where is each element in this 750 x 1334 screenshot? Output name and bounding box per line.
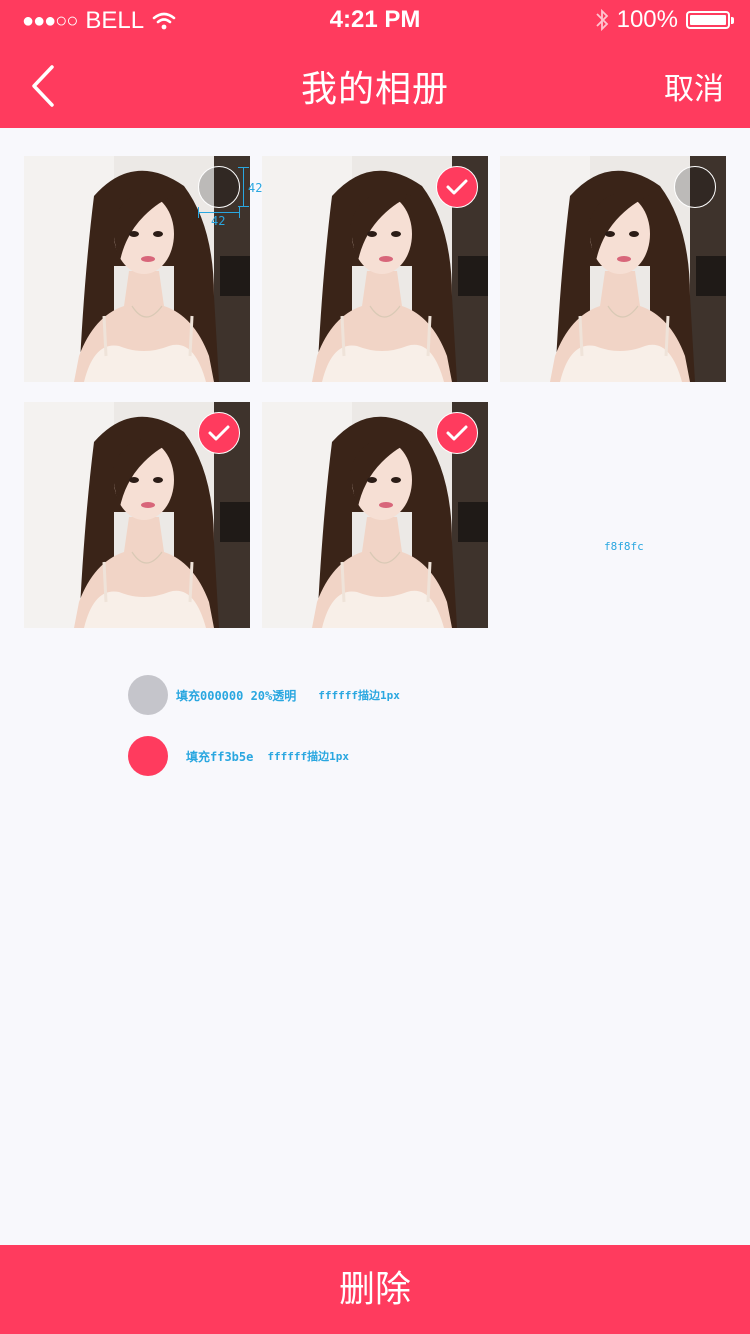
photo-item[interactable] [24,156,250,382]
dimension-label-width: 42 [211,214,226,228]
dimension-label-height: 42 [248,181,263,195]
status-bar: ●●●○○ BELL 4:21 PM 100% [0,0,750,40]
dimension-tick [238,167,249,168]
legend-unselected: 填充000000 20%透明 ffffff描边1px [128,675,400,715]
dimension-line-horizontal [198,212,240,213]
photo-item[interactable] [262,402,488,628]
unselected-sample-icon [128,675,168,715]
legend-stroke-text: ffffff描边1px [318,689,400,702]
bluetooth-icon [595,8,608,32]
dimension-tick [198,207,199,218]
selected-check-icon[interactable] [436,412,478,454]
unselected-circle-icon[interactable] [198,166,240,208]
unselected-circle-icon[interactable] [674,166,716,208]
background-color-note: f8f8fc [604,540,644,553]
photo-item[interactable] [500,156,726,382]
legend-fill-text: 填充ff3b5e [186,749,254,764]
legend-stroke-text: ffffff描边1px [267,750,349,763]
delete-button[interactable]: 删除 [0,1245,750,1334]
legend-fill-text: 填充000000 20%透明 [176,688,297,703]
cancel-button[interactable]: 取消 [664,64,724,108]
photo-item[interactable] [24,402,250,628]
dimension-line-vertical [243,167,244,207]
status-right: 100% [595,6,734,34]
selected-sample-icon [128,736,168,776]
photo-item[interactable] [262,156,488,382]
battery-percent: 100% [616,6,678,33]
legend-selected: 填充ff3b5e ffffff描边1px [128,736,349,776]
selected-check-icon[interactable] [436,166,478,208]
page-title: 我的相册 [300,69,449,110]
dimension-tick [239,207,240,218]
nav-bar: 我的相册 取消 [0,40,750,128]
selected-check-icon[interactable] [198,412,240,454]
battery-icon [686,11,734,29]
